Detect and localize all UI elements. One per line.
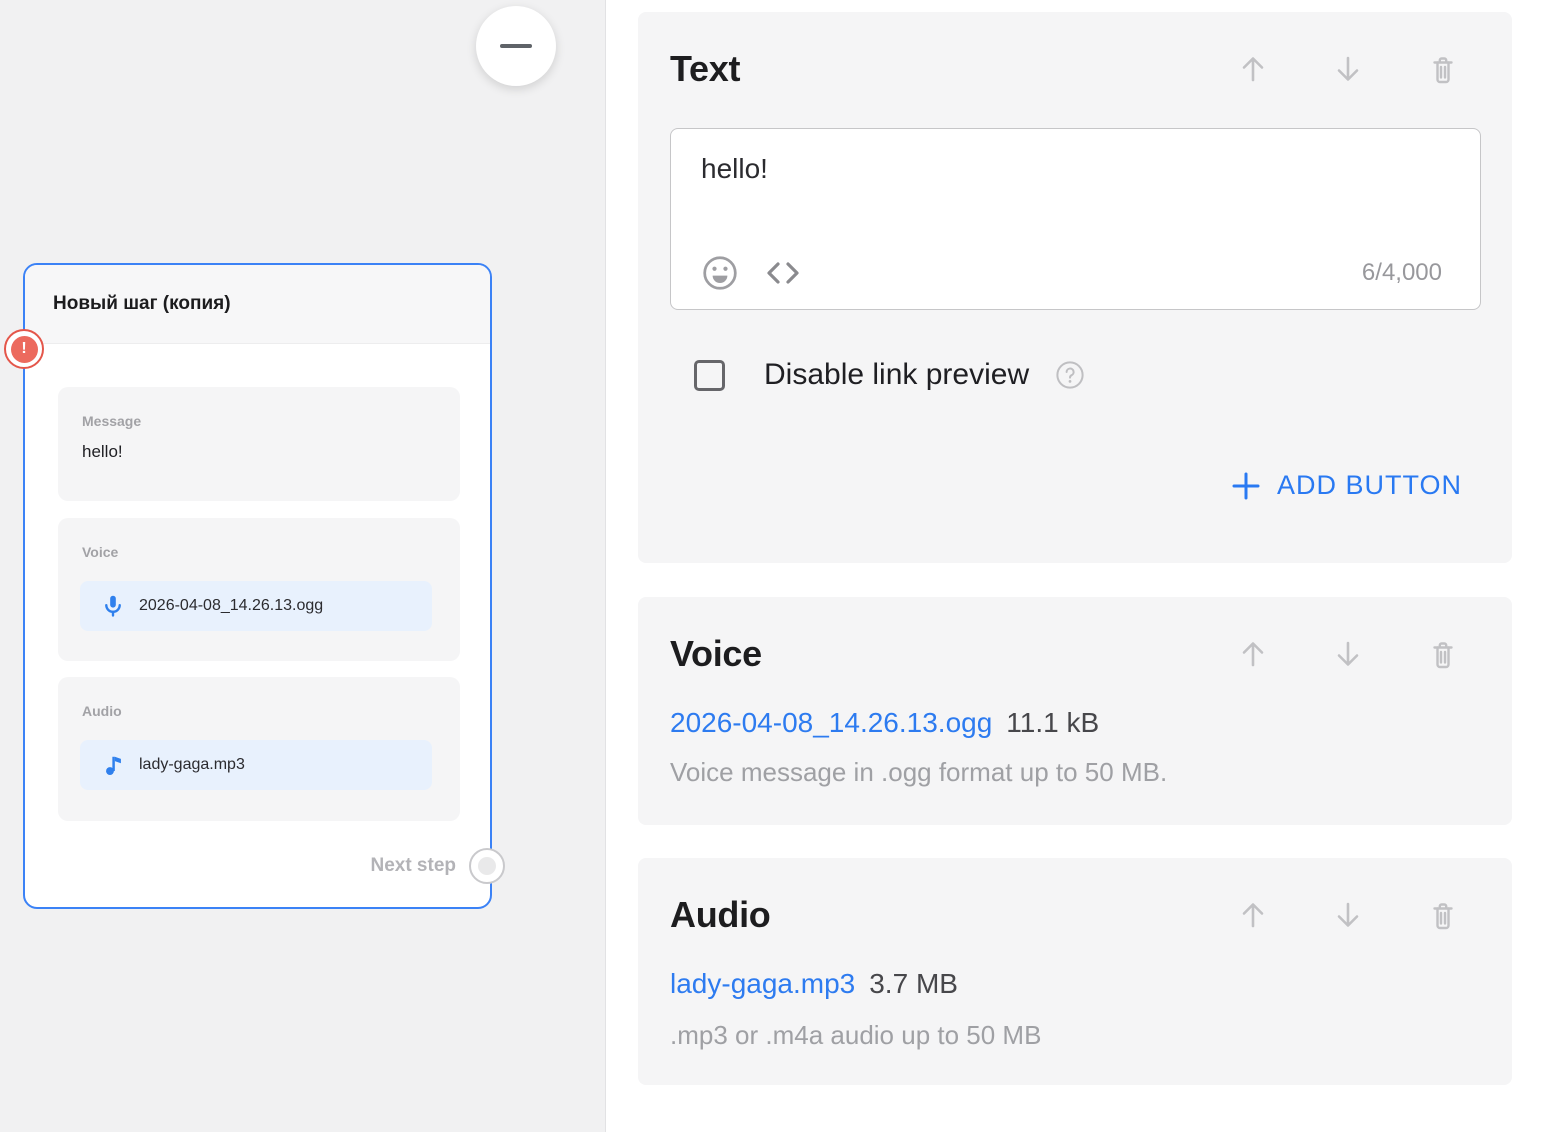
voice-file-chip: 2026-04-08_14.26.13.ogg xyxy=(80,581,432,631)
voice-file-size: 11.1 kB xyxy=(1006,707,1099,739)
audio-file-row: lady-gaga.mp3 3.7 MB xyxy=(670,968,958,1000)
next-step-label: Next step xyxy=(370,855,456,877)
audio-block-header: Audio xyxy=(670,892,1459,938)
disable-link-preview-label: Disable link preview xyxy=(764,358,1029,392)
step-card[interactable]: Новый шаг (копия) ! Message hello! Voice… xyxy=(23,263,492,909)
textarea-toolbar: 6/4,000 xyxy=(701,253,1442,293)
audio-file-name: lady-gaga.mp3 xyxy=(139,756,245,774)
emoji-button[interactable] xyxy=(701,254,739,292)
code-button[interactable] xyxy=(763,256,803,290)
connector-dot-icon xyxy=(478,857,496,875)
move-up-button[interactable] xyxy=(1237,53,1269,85)
error-exclamation-icon: ! xyxy=(11,336,38,363)
plus-icon xyxy=(1231,471,1261,501)
delete-block-button[interactable] xyxy=(1427,638,1459,670)
audio-file-chip: lady-gaga.mp3 xyxy=(80,740,432,790)
text-block-section: Text hello! xyxy=(638,12,1512,563)
next-step-row: Next step xyxy=(370,848,505,884)
step-card-header: Новый шаг (копия) xyxy=(25,265,490,344)
voice-block-header: Voice xyxy=(670,631,1459,677)
field-value: hello! xyxy=(82,442,436,462)
voice-block-section: Voice 2026-04-08_14.26.13.ogg 11.1 kB xyxy=(638,597,1512,825)
message-text-input[interactable]: hello! xyxy=(671,129,1480,249)
text-block-header: Text xyxy=(670,46,1459,92)
disable-link-preview-checkbox[interactable] xyxy=(694,360,725,391)
delete-block-button[interactable] xyxy=(1427,53,1459,85)
block-actions xyxy=(1237,53,1459,85)
zoom-out-icon xyxy=(500,44,532,48)
delete-block-button[interactable] xyxy=(1427,899,1459,931)
message-text-box: hello! 6/4,000 xyxy=(670,128,1481,310)
text-block-title: Text xyxy=(670,48,1237,90)
block-actions xyxy=(1237,899,1459,931)
move-down-button[interactable] xyxy=(1332,638,1364,670)
add-button[interactable]: ADD BUTTON xyxy=(1231,470,1462,501)
card-field-message: Message hello! xyxy=(58,387,460,501)
help-icon[interactable] xyxy=(1055,360,1085,390)
audio-block-title: Audio xyxy=(670,894,1237,936)
zoom-out-button[interactable] xyxy=(476,6,556,86)
block-actions xyxy=(1237,638,1459,670)
audio-file-description: .mp3 or .m4a audio up to 50 MB xyxy=(670,1020,1041,1051)
audio-file-link[interactable]: lady-gaga.mp3 xyxy=(670,968,855,1000)
field-label: Audio xyxy=(82,703,436,719)
field-label: Message xyxy=(82,413,436,429)
character-counter: 6/4,000 xyxy=(1362,259,1442,287)
audio-file-size: 3.7 MB xyxy=(869,968,958,1000)
voice-block-title: Voice xyxy=(670,633,1237,675)
move-down-button[interactable] xyxy=(1332,899,1364,931)
move-down-button[interactable] xyxy=(1332,53,1364,85)
card-field-audio: Audio lady-gaga.mp3 xyxy=(58,677,460,821)
voice-file-row: 2026-04-08_14.26.13.ogg 11.1 kB xyxy=(670,707,1099,739)
audio-block-section: Audio lady-gaga.mp3 3.7 MB .mp3 or .m4 xyxy=(638,858,1512,1085)
field-label: Voice xyxy=(82,544,436,560)
next-step-connector[interactable] xyxy=(469,848,505,884)
voice-file-description: Voice message in .ogg format up to 50 MB… xyxy=(670,757,1167,788)
card-field-voice: Voice 2026-04-08_14.26.13.ogg xyxy=(58,518,460,661)
microphone-icon xyxy=(100,593,126,619)
music-note-icon xyxy=(100,752,126,778)
step-error-badge: ! xyxy=(4,329,44,369)
move-up-button[interactable] xyxy=(1237,638,1269,670)
voice-file-link[interactable]: 2026-04-08_14.26.13.ogg xyxy=(670,707,992,739)
voice-file-name: 2026-04-08_14.26.13.ogg xyxy=(139,597,323,615)
add-button-label: ADD BUTTON xyxy=(1277,470,1462,501)
move-up-button[interactable] xyxy=(1237,899,1269,931)
disable-link-preview-row: Disable link preview xyxy=(694,358,1085,392)
flow-canvas[interactable]: Новый шаг (копия) ! Message hello! Voice… xyxy=(0,0,606,1132)
step-card-title: Новый шаг (копия) xyxy=(53,293,231,315)
